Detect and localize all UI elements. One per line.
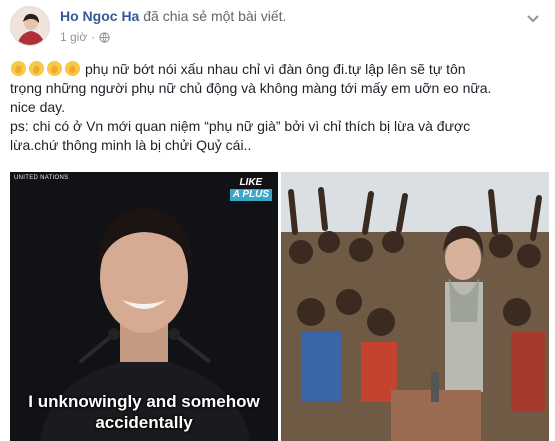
source-label: UNITED NATIONS <box>14 175 69 181</box>
post-body: phụ nữ bớt nói xấu nhau chỉ vì đàn ông đ… <box>10 60 545 155</box>
post-meta: 1 giờ · <box>60 30 110 44</box>
post-line-4: ps: chi có ở Vn mới quan niệm “phụ nữ gi… <box>10 118 471 134</box>
photo-thumbnail-right[interactable] <box>281 172 549 441</box>
post-header: Ho Ngoc Ha đã chia sẻ một bài viết. <box>60 8 286 24</box>
author-name-link[interactable]: Ho Ngoc Ha <box>60 8 139 24</box>
crowd-photo <box>281 172 549 441</box>
clapping-hands-icon <box>10 60 81 77</box>
post-timestamp[interactable]: 1 giờ <box>60 30 87 44</box>
post-line-5: lừa.chứ thông minh là bị chửi Quỷ cái.. <box>10 137 252 153</box>
post-line-2: trọng những người phụ nữ chủ động và khô… <box>10 80 492 96</box>
share-action-text: đã chia sẻ một bài viết. <box>139 8 287 24</box>
post-line-3: nice day. <box>10 99 65 115</box>
author-avatar[interactable] <box>10 6 50 46</box>
video-caption: I unknowingly and somehow accidentally <box>28 392 260 432</box>
post-line-1: phụ nữ bớt nói xấu nhau chỉ vì đàn ông đ… <box>10 60 545 79</box>
video-thumbnail-left[interactable]: UNITED NATIONS LIKE A PLUS I unknowingly… <box>10 172 278 441</box>
globe-icon[interactable] <box>99 31 110 43</box>
brand-logo: LIKE A PLUS <box>229 178 272 201</box>
chevron-down-icon[interactable] <box>525 10 541 26</box>
